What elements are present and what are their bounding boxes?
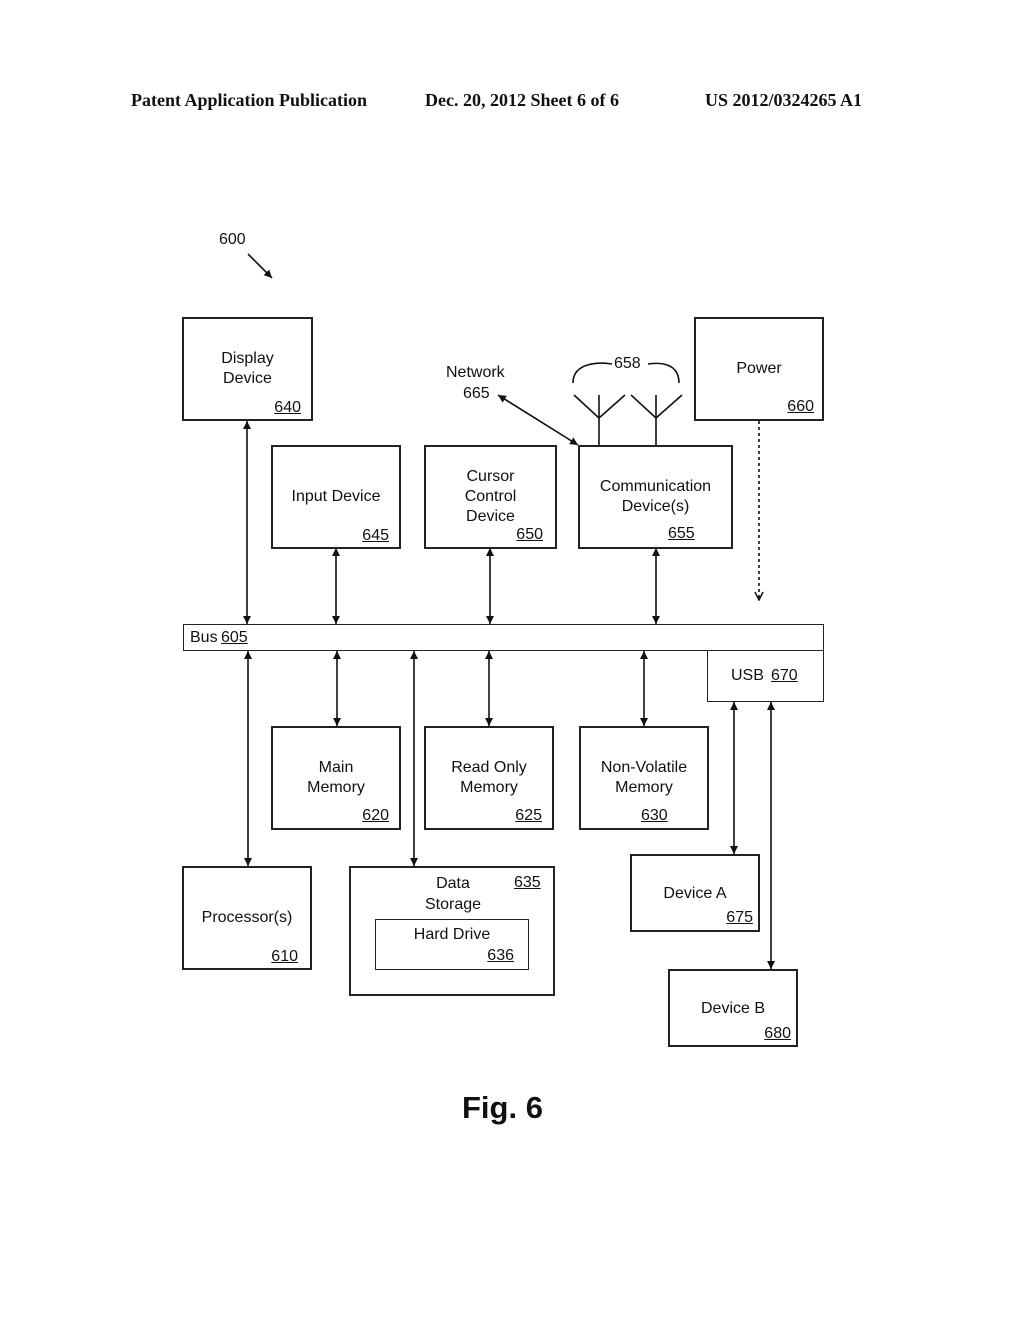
input-device-block: Input Device 645 bbox=[271, 445, 401, 549]
cursor-label-3: Device bbox=[466, 508, 515, 525]
storage-label-2: Storage bbox=[424, 896, 482, 913]
main-memory-ref: 620 bbox=[362, 807, 389, 824]
usb-ref: 670 bbox=[771, 667, 798, 684]
bus-block: Bus 605 bbox=[183, 624, 824, 651]
antenna-icon bbox=[573, 394, 626, 446]
nvm-label-1: Non-Volatile bbox=[600, 759, 688, 776]
display-label-1: Display bbox=[221, 350, 274, 367]
hard-drive-label: Hard Drive bbox=[413, 926, 491, 943]
device-a-block: Device A 675 bbox=[630, 854, 760, 932]
comm-ref: 655 bbox=[668, 525, 695, 542]
main-memory-block: Main Memory 620 bbox=[271, 726, 401, 830]
communication-device-block: Communication Device(s) 655 bbox=[578, 445, 733, 549]
power-label: Power bbox=[736, 360, 782, 377]
hard-drive-ref: 636 bbox=[487, 947, 514, 964]
read-only-memory-block: Read Only Memory 625 bbox=[424, 726, 554, 830]
comm-label-1: Communication bbox=[599, 478, 712, 495]
processor-ref: 610 bbox=[271, 948, 298, 965]
cursor-ref: 650 bbox=[516, 526, 543, 543]
input-ref: 645 bbox=[362, 527, 389, 544]
figure-caption: Fig. 6 bbox=[462, 1090, 543, 1125]
figure-ref: 600 bbox=[219, 231, 246, 248]
main-memory-label-1: Main bbox=[318, 759, 354, 776]
antenna-icon bbox=[630, 394, 683, 446]
processor-block: Processor(s) 610 bbox=[182, 866, 312, 970]
bus-label: Bus bbox=[190, 629, 218, 646]
usb-label: USB bbox=[731, 667, 764, 684]
storage-ref: 635 bbox=[514, 874, 541, 891]
hard-drive-block: Hard Drive 636 bbox=[375, 919, 529, 970]
bus-ref: 605 bbox=[221, 629, 248, 646]
figure-ref-arrow bbox=[247, 253, 273, 279]
display-device-block: Display Device 640 bbox=[182, 317, 313, 421]
rom-label-2: Memory bbox=[460, 779, 518, 796]
processor-label: Processor(s) bbox=[201, 909, 293, 926]
rom-ref: 625 bbox=[515, 807, 542, 824]
network-arrow bbox=[497, 394, 579, 446]
cursor-label-1: Cursor bbox=[466, 468, 515, 485]
device-b-block: Device B 680 bbox=[668, 969, 798, 1047]
display-ref: 640 bbox=[274, 399, 301, 416]
network-ref: 665 bbox=[463, 385, 490, 402]
cursor-label-2: Control bbox=[464, 488, 517, 505]
power-block: Power 660 bbox=[694, 317, 824, 421]
cursor-control-block: Cursor Control Device 650 bbox=[424, 445, 557, 549]
non-volatile-memory-block: Non-Volatile Memory 630 bbox=[579, 726, 709, 830]
device-a-ref: 675 bbox=[726, 909, 753, 926]
nvm-ref: 630 bbox=[641, 807, 668, 824]
data-storage-block: Data Storage 635 Hard Drive 636 bbox=[349, 866, 555, 996]
storage-label-1: Data bbox=[436, 875, 470, 892]
input-label: Input Device bbox=[291, 488, 381, 505]
device-a-label: Device A bbox=[663, 885, 727, 902]
network-label: Network bbox=[446, 364, 505, 381]
nvm-label-2: Memory bbox=[615, 779, 673, 796]
display-label-2: Device bbox=[223, 370, 272, 387]
device-b-ref: 680 bbox=[764, 1025, 791, 1042]
usb-block: USB 670 bbox=[707, 650, 824, 702]
device-b-label: Device B bbox=[700, 1000, 766, 1017]
antenna-ref: 658 bbox=[614, 355, 641, 372]
comm-label-2: Device(s) bbox=[621, 498, 690, 515]
rom-label-1: Read Only bbox=[451, 759, 527, 776]
power-ref: 660 bbox=[787, 398, 814, 415]
main-memory-label-2: Memory bbox=[307, 779, 365, 796]
